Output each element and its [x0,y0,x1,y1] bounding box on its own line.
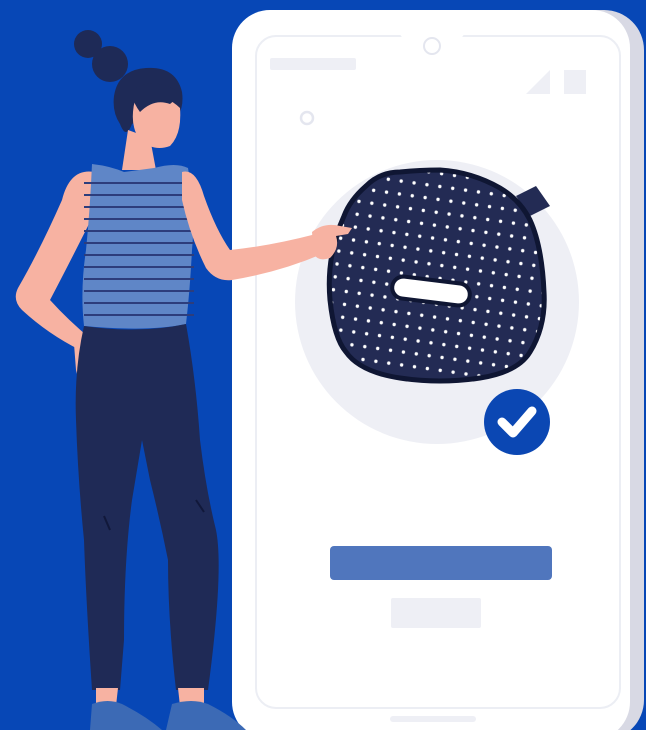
front-camera-lens [423,37,441,55]
paired-check-badge [484,389,550,455]
speaker-dots [326,167,547,384]
illustration-stage [0,0,646,730]
pairing-illustration [0,0,646,730]
status-time-placeholder [270,58,356,70]
primary-button[interactable] [330,546,552,580]
hair-bun-mid [92,46,128,82]
secondary-button[interactable] [391,598,481,628]
home-indicator[interactable] [390,716,476,722]
bluetooth-speaker-icon[interactable] [326,167,550,384]
battery-icon [564,70,586,94]
